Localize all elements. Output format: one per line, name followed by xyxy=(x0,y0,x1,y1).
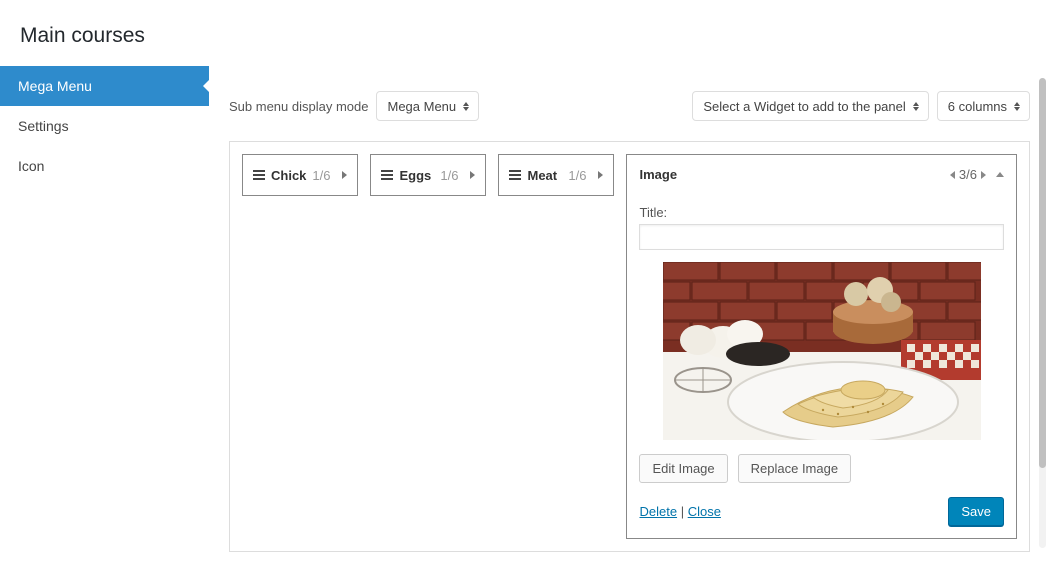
menu-item-meat[interactable]: Meat 1/6 xyxy=(498,154,614,196)
sidebar-item-mega-menu[interactable]: Mega Menu xyxy=(0,66,209,106)
main-content: Sub menu display mode Mega Menu Select a… xyxy=(209,66,1050,572)
display-mode-label: Sub menu display mode xyxy=(229,99,368,114)
title-input[interactable] xyxy=(639,224,1004,250)
widget-image-preview xyxy=(663,262,981,440)
columns-select[interactable]: 6 columns xyxy=(937,91,1030,121)
chevron-right-icon xyxy=(598,171,603,179)
sidebar-item-label: Mega Menu xyxy=(18,78,92,94)
sidebar-item-label: Settings xyxy=(18,118,69,134)
mega-menu-panel: Chick 1/6 Eggs 1/6 Meat 1/6 Image xyxy=(229,141,1030,552)
title-field-label: Title: xyxy=(639,205,1004,220)
scrollbar-thumb[interactable] xyxy=(1039,78,1046,468)
sort-icon xyxy=(913,100,921,112)
sidebar-item-label: Icon xyxy=(18,158,44,174)
edit-image-button[interactable]: Edit Image xyxy=(639,454,727,483)
chevron-right-icon[interactable] xyxy=(981,171,986,179)
link-separator: | xyxy=(681,504,688,519)
image-widget: Image 3/6 Title: xyxy=(626,154,1017,539)
menu-item-eggs[interactable]: Eggs 1/6 xyxy=(370,154,486,196)
chevron-right-icon xyxy=(470,171,475,179)
sidebar-item-icon[interactable]: Icon xyxy=(0,146,209,186)
widget-title: Image xyxy=(639,167,677,182)
grip-icon xyxy=(381,170,393,180)
save-button[interactable]: Save xyxy=(948,497,1004,526)
sidebar-item-settings[interactable]: Settings xyxy=(0,106,209,146)
display-mode-select[interactable]: Mega Menu xyxy=(376,91,479,121)
replace-image-button[interactable]: Replace Image xyxy=(738,454,851,483)
page-title: Main courses xyxy=(20,24,1030,48)
close-link[interactable]: Close xyxy=(688,504,721,519)
sort-icon xyxy=(463,100,471,112)
sort-icon xyxy=(1014,100,1022,112)
grip-icon xyxy=(253,170,265,180)
widget-position: 3/6 xyxy=(959,167,977,182)
chevron-left-icon[interactable] xyxy=(950,171,955,179)
chevron-up-icon[interactable] xyxy=(996,172,1004,177)
delete-link[interactable]: Delete xyxy=(639,504,677,519)
widget-select[interactable]: Select a Widget to add to the panel xyxy=(692,91,928,121)
sidebar: Mega Menu Settings Icon xyxy=(0,66,209,572)
page-header: Main courses xyxy=(0,0,1050,66)
chevron-right-icon xyxy=(342,171,347,179)
menu-item-chick[interactable]: Chick 1/6 xyxy=(242,154,358,196)
grip-icon xyxy=(509,170,521,180)
